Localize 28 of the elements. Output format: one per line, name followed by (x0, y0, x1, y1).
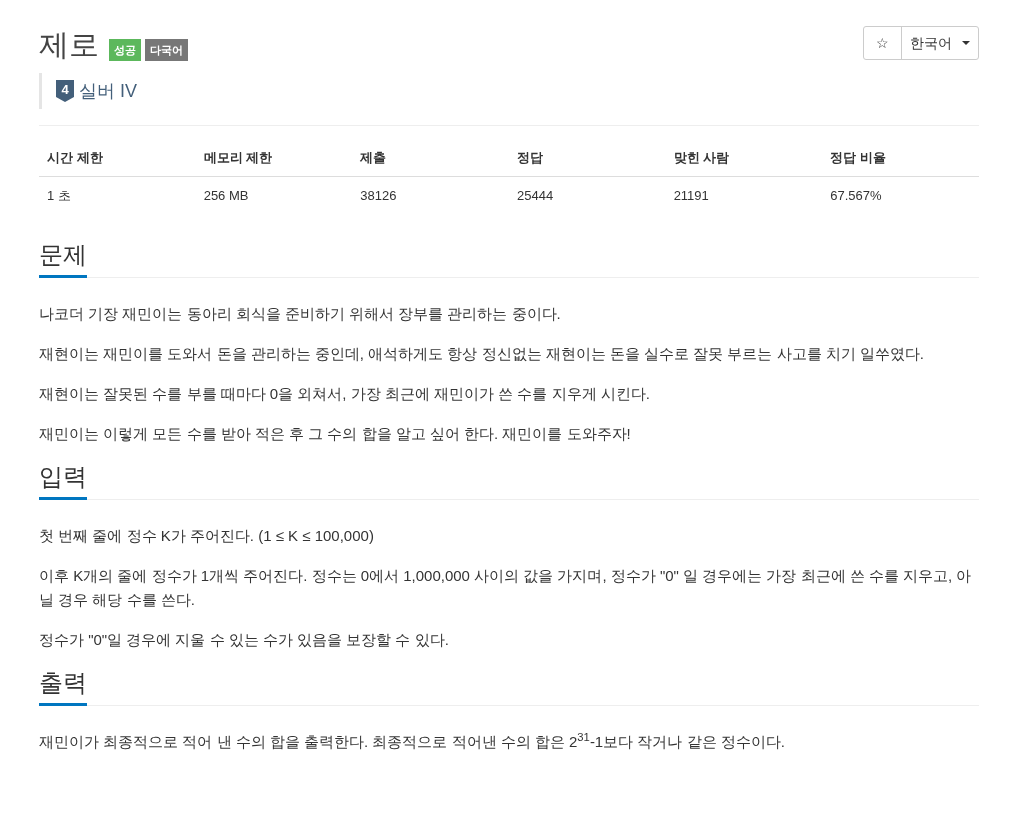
section-heading: 입력 (39, 462, 87, 500)
section-heading: 문제 (39, 240, 87, 278)
success-label: 성공 (109, 39, 141, 61)
column-header: 시간 제한 (39, 148, 196, 176)
tier-name: 실버 IV (79, 79, 137, 103)
paragraph: 나코더 기장 재민이는 동아리 회식을 준비하기 위해서 장부를 관리하는 중이다. (39, 304, 562, 324)
column-header: 메모리 제한 (195, 148, 353, 176)
table-cell: 256 MB (195, 176, 353, 214)
column-header: 정답 (508, 148, 666, 176)
paragraph: 정수가 "0"일 경우에 지울 수 있는 수가 있음을 보장할 수 있다. (39, 630, 450, 650)
paragraph: 재현이는 잘못된 수를 부를 때마다 0을 외쳐서, 가장 최근에 재민이가 쓴 수를 지우게 시킨다. (39, 384, 651, 404)
table-cell: 21191 (665, 176, 823, 214)
column-header: 맞힌 사람 (665, 148, 823, 176)
table-cell: 67.567% (822, 176, 979, 214)
paragraph: 재현이는 재민이를 도와서 돈을 관리하는 중인데, 애석하게도 항상 정신없는 재현이는 돈을 실수로 잘못 부르는 사고를 치기 일쑤였다. (39, 344, 925, 364)
tier-badge-icon: 4 (56, 80, 74, 102)
paragraph: 재민이는 이렇게 모든 수를 받아 적은 후 그 수의 합을 알고 싶어 한다. 재민이를 도와주자! (39, 424, 632, 444)
paragraph: 이후 K개의 줄에 정수가 1개씩 주어진다. 정수는 0에서 1,000,000 사이의 값을 가지며, 정수가 "0" 일 경우에는 가장 최근에 쓴 수를 지우고, 아닐 경우 해당 수를 쓴다. (39, 566, 973, 610)
paragraph: 첫 번째 줄에 정수 K가 주어진다. (1 ≤ K ≤ 100,000) (39, 526, 375, 546)
paragraph: 재민이가 최종적으로 적어 낸 수의 합을 출력한다. 최종적으로 적어낸 수의 합은 2$^{31}$-1보다 작거나 같은 정수이다. (39, 730, 786, 752)
column-header: 제출 (352, 148, 509, 176)
language-label: 다국어 (145, 39, 188, 61)
table-cell: 25444 (508, 176, 666, 214)
section-heading: 출력 (39, 668, 87, 706)
table-cell: 1 초 (39, 176, 196, 214)
column-header: 정답 비율 (822, 148, 979, 176)
problem-title: 제로 (39, 27, 99, 63)
table-cell: 38126 (352, 176, 509, 214)
